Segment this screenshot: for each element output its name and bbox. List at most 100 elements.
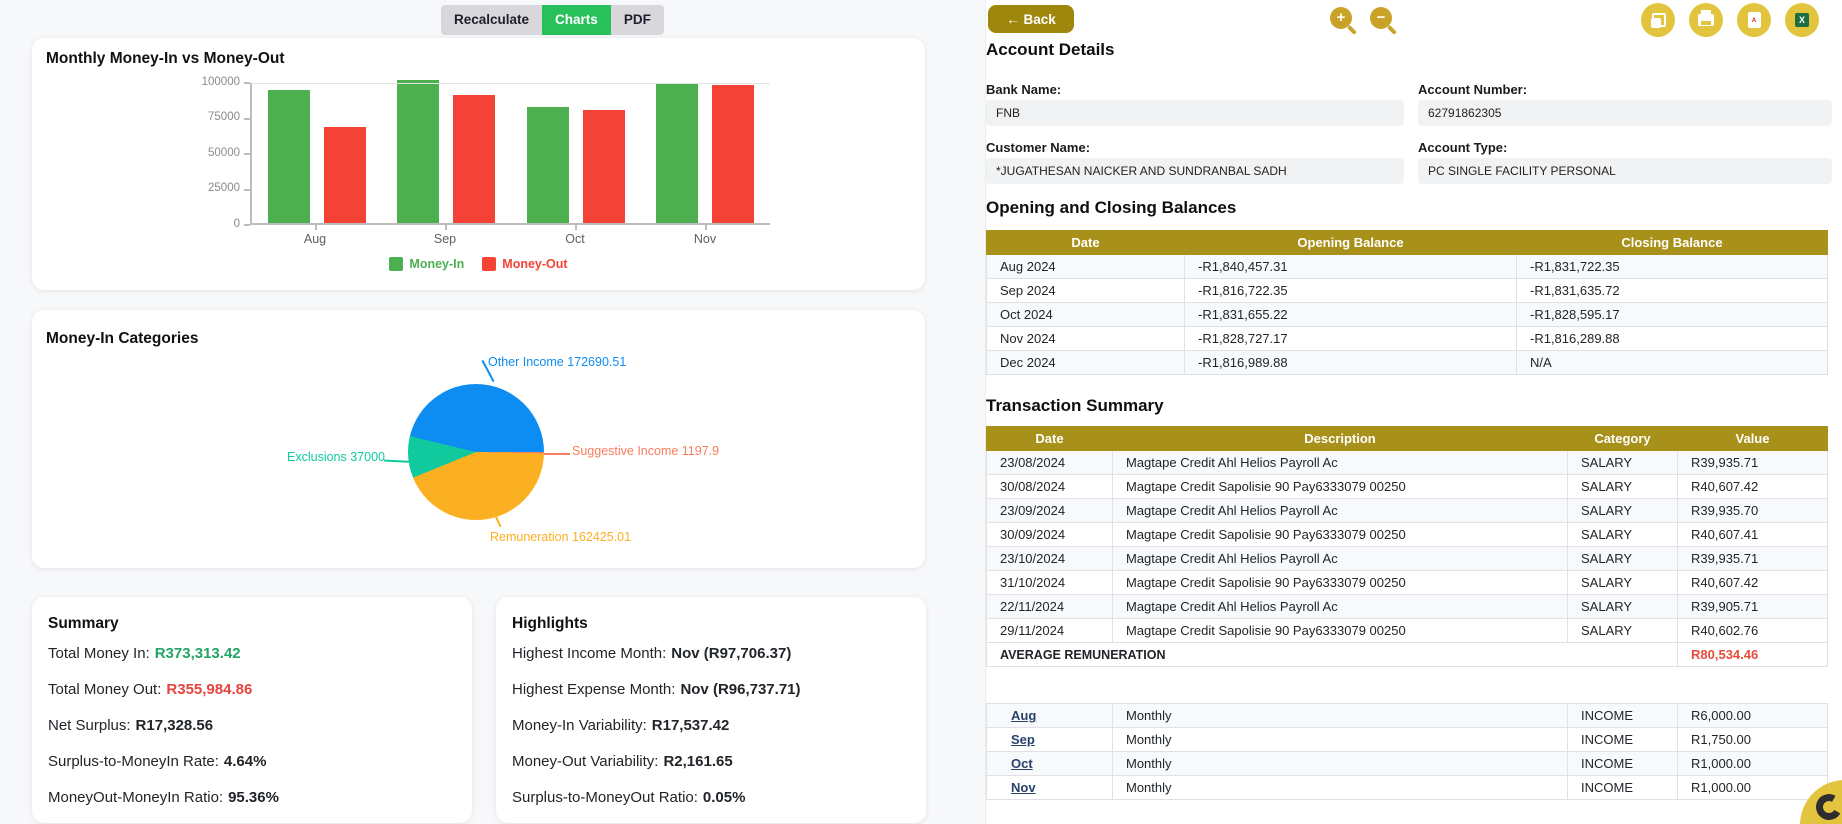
table-row: Nov 2024-R1,828,727.17-R1,816,289.88 (987, 327, 1828, 351)
copy-icon (1651, 13, 1666, 28)
cell-month: Nov (987, 776, 1113, 800)
pie-chart[interactable] (408, 384, 544, 520)
summary-label: Total Money In: (48, 645, 150, 662)
x-tick-label: Aug (250, 232, 380, 246)
pie-label-remuneration: Remuneration 162425.01 (490, 530, 631, 544)
customer-name-field[interactable]: *JUGATHESAN NAICKER AND SUNDRANBAL SADH (986, 158, 1404, 184)
bar-money-in-aug (268, 90, 310, 223)
month-link-sep[interactable]: Sep (1011, 732, 1035, 747)
cell-category: INCOME (1568, 704, 1678, 728)
bank-name-field[interactable]: FNB (986, 100, 1404, 126)
pie-label-suggestive-income: Suggestive Income 1197.9 (572, 444, 719, 458)
zoom-out-icon[interactable]: − (1370, 7, 1392, 29)
cell-date: 31/10/2024 (987, 571, 1113, 595)
table-row: 30/08/2024Magtape Credit Sapolisie 90 Pa… (987, 475, 1828, 499)
table-row: 23/08/2024Magtape Credit Ahl Helios Payr… (987, 451, 1828, 475)
money-out-swatch-icon (482, 257, 496, 271)
zoom-in-icon[interactable]: + (1330, 7, 1352, 29)
summary-value: 4.64% (224, 753, 267, 770)
highlight-label: Highest Expense Month: (512, 681, 675, 698)
highlight-value: Nov (R96,737.71) (680, 681, 800, 698)
summary-value: 95.36% (228, 789, 279, 806)
customer-name-label: Customer Name: (986, 140, 1090, 155)
bank-name-label: Bank Name: (986, 82, 1061, 97)
table-row: Nov MonthlyINCOMER1,000.00 (987, 776, 1828, 800)
cell-opening: -R1,831,655.22 (1185, 303, 1517, 327)
legend-label: Money-Out (502, 257, 567, 271)
cell-description: Monthly (1113, 776, 1568, 800)
cell-category: INCOME (1568, 776, 1678, 800)
bar-group-oct (511, 83, 641, 223)
legend-money-in[interactable]: Money-In (389, 257, 464, 271)
tab-pdf[interactable]: PDF (611, 5, 664, 35)
column-header: Category (1568, 427, 1678, 451)
month-link-oct[interactable]: Oct (1011, 756, 1033, 771)
x-tick-label: Sep (380, 232, 510, 246)
transactions-table: Date Description Category Value 23/08/20… (986, 426, 1828, 667)
cell-description: Magtape Credit Ahl Helios Payroll Ac (1113, 547, 1568, 571)
y-tick-label: 50000 (178, 147, 240, 159)
cell-description: Magtape Credit Ahl Helios Payroll Ac (1113, 451, 1568, 475)
cell-value: R40,607.42 (1678, 475, 1828, 499)
cell-date: 23/09/2024 (987, 499, 1113, 523)
print-button[interactable] (1689, 3, 1723, 37)
summary-row: Net Surplus:R17,328.56 (48, 717, 213, 734)
leader-line (544, 453, 570, 455)
table-row: Oct 2024-R1,831,655.22-R1,828,595.17 (987, 303, 1828, 327)
cell-date: 23/08/2024 (987, 451, 1113, 475)
legend-money-out[interactable]: Money-Out (482, 257, 567, 271)
cell-date: 30/09/2024 (987, 523, 1113, 547)
y-tick-label: 75000 (178, 111, 240, 123)
column-header: Date (987, 427, 1113, 451)
statement-detail-panel: ← Back + − A X Account Details Bank Name… (985, 0, 1842, 824)
export-excel-button[interactable]: X (1785, 3, 1819, 37)
bar-money-out-nov (712, 85, 754, 223)
account-type-field[interactable]: PC SINGLE FACILITY PERSONAL (1418, 158, 1832, 184)
cell-value: R1,000.00 (1678, 776, 1828, 800)
cell-closing: -R1,831,722.35 (1517, 255, 1828, 279)
cell-category: SALARY (1568, 451, 1678, 475)
cell-closing: N/A (1517, 351, 1828, 375)
bar-money-out-aug (324, 127, 366, 223)
cell-date: 23/10/2024 (987, 547, 1113, 571)
highlight-row: Highest Income Month:Nov (R97,706.37) (512, 645, 791, 662)
column-header: Closing Balance (1517, 231, 1828, 255)
table-row: SepMonthlyINCOMER1,750.00 (987, 728, 1828, 752)
summary-row: Total Money Out:R355,984.86 (48, 681, 252, 698)
bar-chart-plot[interactable] (250, 83, 770, 225)
cell-date: Nov 2024 (987, 327, 1185, 351)
cell-value: R39,935.70 (1678, 499, 1828, 523)
summary-label: Surplus-to-MoneyIn Rate: (48, 753, 219, 770)
fab-icon (1813, 791, 1842, 823)
back-button[interactable]: ← Back (988, 5, 1074, 33)
balances-table: Date Opening Balance Closing Balance Aug… (986, 230, 1828, 375)
table-row: Dec 2024-R1,816,989.88N/A (987, 351, 1828, 375)
x-tick-label: Nov (640, 232, 770, 246)
column-header: Description (1113, 427, 1568, 451)
y-tick-label: 25000 (178, 182, 240, 194)
column-header: Value (1678, 427, 1828, 451)
cell-month: Sep (987, 728, 1113, 752)
cell-value: R40,602.76 (1678, 619, 1828, 643)
recalculate-button[interactable]: Recalculate (441, 5, 542, 35)
highlights-card: Highlights Highest Income Month:Nov (R97… (496, 597, 926, 823)
highlight-row: Surplus-to-MoneyOut Ratio:0.05% (512, 789, 745, 806)
bar-chart-title: Monthly Money-In vs Money-Out (46, 50, 285, 68)
cell-value: R40,607.42 (1678, 571, 1828, 595)
summary-row: Total Money In:R373,313.42 (48, 645, 241, 662)
tab-charts[interactable]: Charts (542, 5, 611, 35)
month-link-aug[interactable]: Aug (1011, 708, 1036, 723)
table-row: 23/09/2024Magtape Credit Ahl Helios Payr… (987, 499, 1828, 523)
cell-opening: -R1,828,727.17 (1185, 327, 1517, 351)
export-pdf-button[interactable]: A (1737, 3, 1771, 37)
copy-button[interactable] (1641, 3, 1675, 37)
bar-group-sep (382, 83, 512, 223)
highlight-label: Surplus-to-MoneyOut Ratio: (512, 789, 698, 806)
month-link-nov[interactable]: Nov (1011, 780, 1036, 795)
cell-category: SALARY (1568, 499, 1678, 523)
cell-closing: -R1,816,289.88 (1517, 327, 1828, 351)
account-number-field[interactable]: 62791862305 (1418, 100, 1832, 126)
pdf-file-icon: A (1748, 12, 1761, 28)
cell-description: Monthly (1113, 752, 1568, 776)
cell-description: Magtape Credit Sapolisie 90 Pay6333079 0… (1113, 475, 1568, 499)
